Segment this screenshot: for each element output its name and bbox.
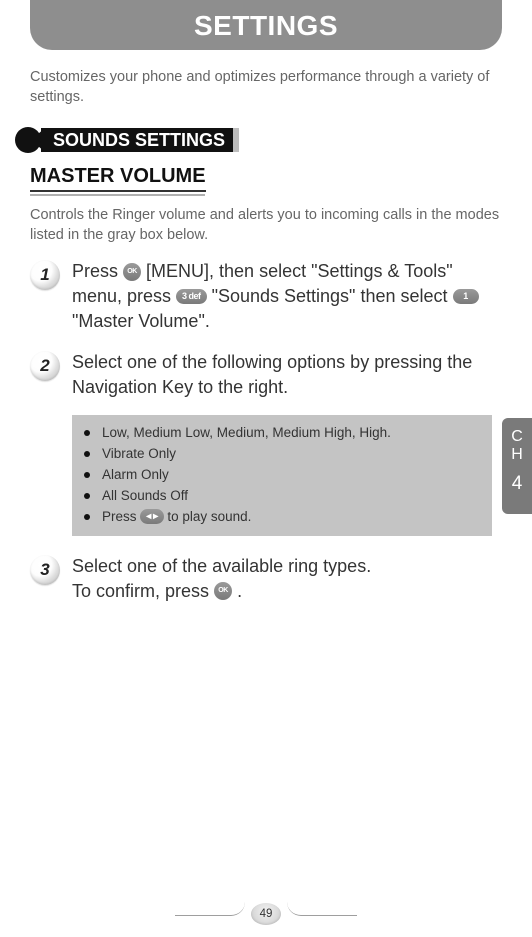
page-title: SETTINGS	[30, 10, 502, 42]
option-item: All Sounds Off	[84, 486, 480, 507]
step-3: 3 Select one of the available ring types…	[30, 554, 502, 604]
text-fragment: Press	[102, 509, 140, 524]
sub-intro-text: Controls the Ringer volume and alerts yo…	[30, 206, 502, 245]
step-badge: 2	[30, 351, 60, 381]
page-footer: 49	[175, 903, 357, 925]
text-fragment: "Sounds Settings" then select	[212, 286, 453, 306]
text-fragment: .	[237, 581, 242, 601]
header-bar: SETTINGS	[30, 0, 502, 50]
ok-key-icon: OK	[123, 263, 141, 281]
text-fragment: "Master Volume".	[72, 311, 210, 331]
chapter-tab: C H 4	[502, 418, 532, 514]
section-header: SOUNDS SETTINGS	[15, 127, 532, 153]
subheading-underline	[30, 194, 205, 196]
chapter-number: 4	[502, 473, 532, 495]
step-badge: 1	[30, 260, 60, 290]
step-2-text: Select one of the following options by p…	[72, 350, 502, 400]
option-item: Low, Medium Low, Medium, Medium High, Hi…	[84, 423, 480, 444]
text-fragment: to play sound.	[167, 509, 251, 524]
text-fragment: Press	[72, 261, 123, 281]
option-item: Alarm Only	[84, 465, 480, 486]
step-badge: 3	[30, 555, 60, 585]
ok-key-icon: OK	[214, 582, 232, 600]
text-fragment: To confirm, press	[72, 581, 214, 601]
intro-text: Customizes your phone and optimizes perf…	[30, 68, 502, 107]
chapter-letter: C	[511, 428, 523, 445]
page-number: 49	[251, 903, 281, 925]
arrow-icon: ◂ ▸	[146, 512, 157, 522]
step-1-text: Press OK [MENU], then select "Settings &…	[72, 259, 502, 333]
section-label-shadow	[233, 128, 239, 152]
option-item: Vibrate Only	[84, 444, 480, 465]
text-fragment: Select one of the available ring types.	[72, 556, 371, 576]
section-label: SOUNDS SETTINGS	[41, 128, 233, 152]
footer-decor-right	[287, 902, 357, 916]
subheading: MASTER VOLUME	[30, 165, 206, 192]
options-box: Low, Medium Low, Medium, Medium High, Hi…	[72, 415, 492, 536]
step-2: 2 Select one of the following options by…	[30, 350, 502, 400]
step-3-text: Select one of the available ring types. …	[72, 554, 502, 604]
nav-key-icon: ◂ ▸	[140, 509, 163, 524]
chapter-letter: H	[511, 446, 523, 463]
subheading-row: MASTER VOLUME	[30, 165, 502, 196]
option-item: Press ◂ ▸ to play sound.	[84, 507, 480, 528]
section-bullet-icon	[15, 127, 41, 153]
step-1: 1 Press OK [MENU], then select "Settings…	[30, 259, 502, 333]
footer-decor-left	[175, 902, 245, 916]
key-3-icon: 3 def	[176, 289, 207, 304]
key-1-icon: 1	[453, 289, 479, 304]
